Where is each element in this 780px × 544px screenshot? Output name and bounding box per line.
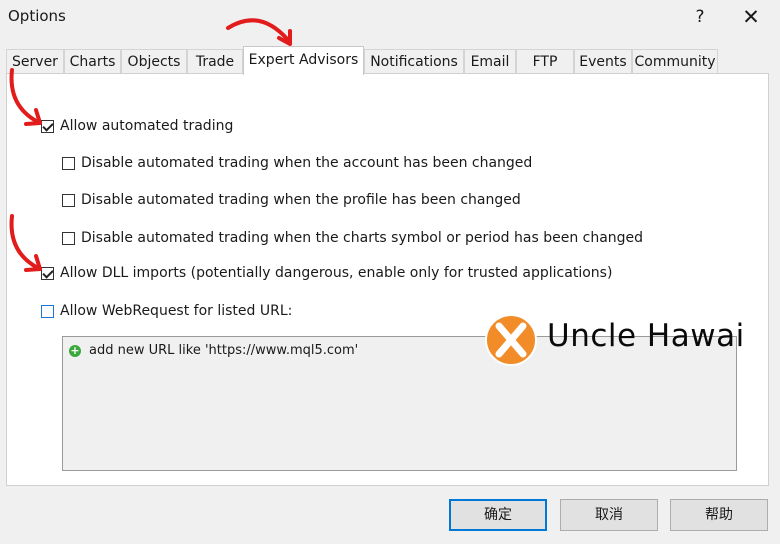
window-title: Options	[8, 7, 66, 25]
tab-email[interactable]: Email	[464, 49, 516, 73]
arrow-to-allow-dll-icon	[9, 214, 42, 272]
tab-ftp[interactable]: FTP	[516, 49, 574, 73]
tab-trade[interactable]: Trade	[187, 49, 243, 73]
plus-circle-icon: +	[69, 343, 81, 357]
uncle-hawai-watermark: Uncle Hawai	[483, 312, 773, 372]
allow-webrequest-option[interactable]: Allow WebRequest for listed URL:	[41, 301, 292, 321]
allow-webrequest-label: Allow WebRequest for listed URL:	[60, 303, 293, 319]
disable-on-symbol-change-label: Disable automated trading when the chart…	[81, 230, 644, 246]
disable-on-profile-change-label: Disable automated trading when the profi…	[81, 192, 521, 208]
allow-webrequest-checkbox[interactable]	[41, 304, 54, 318]
allow-automated-trading-option[interactable]: Allow automated trading	[41, 116, 233, 136]
uncle-hawai-logo-icon	[485, 314, 537, 366]
tab-expert-advisors[interactable]: Expert Advisors	[243, 46, 364, 75]
disable-on-symbol-change-checkbox[interactable]	[62, 231, 75, 245]
disable-on-account-change-checkbox[interactable]	[62, 156, 75, 170]
title-bar: Options ? ✕	[0, 0, 780, 34]
disable-on-symbol-change-option[interactable]: Disable automated trading when the chart…	[62, 228, 643, 248]
expert-advisors-panel: Allow automated trading Disable automate…	[6, 73, 769, 486]
brand-name: Uncle Hawai	[547, 318, 745, 354]
allow-automated-trading-label: Allow automated trading	[60, 118, 234, 134]
tab-strip: Server Charts Objects Trade Expert Advis…	[6, 46, 776, 75]
close-icon[interactable]: ✕	[737, 4, 765, 30]
help-button[interactable]: 帮助	[670, 499, 768, 531]
disable-on-account-change-label: Disable automated trading when the accou…	[81, 155, 533, 171]
cancel-button[interactable]: 取消	[560, 499, 658, 531]
disable-on-profile-change-checkbox[interactable]	[62, 193, 75, 207]
allow-dll-imports-option[interactable]: Allow DLL imports (potentially dangerous…	[41, 263, 612, 283]
disable-on-profile-change-option[interactable]: Disable automated trading when the profi…	[62, 190, 521, 210]
arrow-to-allow-automated-icon	[9, 68, 42, 126]
tab-objects[interactable]: Objects	[121, 49, 187, 73]
tab-events[interactable]: Events	[574, 49, 632, 73]
add-url-item[interactable]: + add new URL like 'https://www.mql5.com…	[69, 343, 358, 358]
disable-on-account-change-option[interactable]: Disable automated trading when the accou…	[62, 153, 532, 173]
add-url-label: add new URL like 'https://www.mql5.com'	[89, 343, 359, 358]
tab-notifications[interactable]: Notifications	[364, 49, 464, 73]
tab-community[interactable]: Community	[632, 49, 718, 73]
allow-dll-imports-label: Allow DLL imports (potentially dangerous…	[60, 265, 613, 281]
tab-charts[interactable]: Charts	[64, 49, 121, 73]
help-icon[interactable]: ?	[686, 4, 714, 30]
ok-button[interactable]: 确定	[449, 499, 547, 531]
